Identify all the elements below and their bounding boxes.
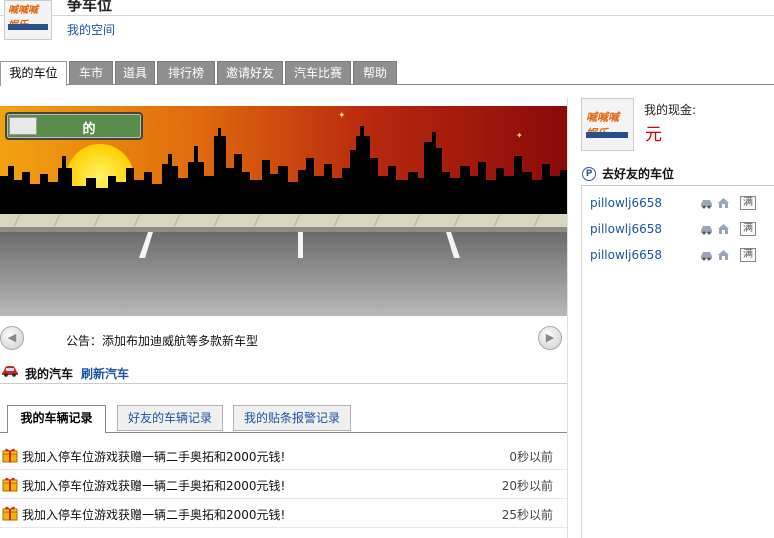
svg-text:✦: ✦ xyxy=(338,111,346,121)
cash-value: 元 xyxy=(645,125,662,145)
list-item: 我加入停车位游戏获赠一辆二手奥拓和2000元钱! 25秒以前 xyxy=(0,499,567,528)
announcement-text: 公告：添加布加迪威航等多款新车型 xyxy=(66,334,259,348)
car-small-icon[interactable] xyxy=(700,249,713,261)
announcement-bar: ◀ 公告：添加布加迪威航等多款新车型 ▶ xyxy=(0,326,567,354)
friend-row: pillowlj6658 满 xyxy=(590,246,774,266)
tab-friend-car-records[interactable]: 好友的车辆记录 xyxy=(117,405,223,431)
friend-row: pillowlj6658 满 xyxy=(590,220,774,240)
tab-my-car-records[interactable]: 我的车辆记录 xyxy=(7,405,106,433)
record-time: 20秒以前 xyxy=(501,479,553,493)
side-panel: 喊喊喊 娱乐 我的现金: 元 P 去好友的车位 pillowlj6658 满 p… xyxy=(581,98,774,538)
record-text: 我加入停车位游戏获赠一辆二手奥拓和2000元钱! xyxy=(22,479,286,493)
tab-ticket-alarm-records[interactable]: 我的贴条报警记录 xyxy=(233,405,351,431)
tab-ranking[interactable]: 排行榜 xyxy=(157,61,215,85)
refresh-car-link[interactable]: 刷新汽车 xyxy=(81,365,129,382)
full-badge: 满 xyxy=(740,248,756,262)
tab-props[interactable]: 道具 xyxy=(115,61,155,85)
friends-list: pillowlj6658 满 pillowlj6658 满 pillowlj66… xyxy=(581,186,774,538)
tab-invite-friends[interactable]: 邀请好友 xyxy=(217,61,283,85)
record-text: 我加入停车位游戏获赠一辆二手奥拓和2000元钱! xyxy=(22,450,286,464)
friends-header: P 去好友的车位 xyxy=(581,162,774,186)
friend-row: pillowlj6658 满 xyxy=(590,194,774,214)
tab-help[interactable]: 帮助 xyxy=(353,61,397,85)
tab-my-parking[interactable]: 我的车位 xyxy=(0,61,67,86)
record-time: 0秒以前 xyxy=(509,450,553,464)
sign-owner-text: 的 xyxy=(82,122,96,137)
gift-icon xyxy=(2,477,18,492)
friend-name-link[interactable]: pillowlj6658 xyxy=(590,222,662,236)
cash-label: 我的现金: xyxy=(644,103,697,117)
list-item: 我加入停车位游戏获赠一辆二手奥拓和2000元钱! 20秒以前 xyxy=(0,470,567,499)
my-space-link[interactable]: 我的空间 xyxy=(67,21,115,38)
parking-sign: 的 xyxy=(5,112,143,140)
gift-icon xyxy=(2,506,18,521)
tab-car-race[interactable]: 汽车比赛 xyxy=(285,61,351,85)
tab-car-market[interactable]: 车市 xyxy=(69,61,113,85)
gift-icon xyxy=(2,448,18,463)
car-small-icon[interactable] xyxy=(700,223,713,235)
main-tabs: 我的车位 车市 道具 排行榜 邀请好友 汽车比赛 帮助 xyxy=(0,61,774,86)
svg-text:✦: ✦ xyxy=(516,131,523,140)
column-divider xyxy=(567,98,568,538)
my-car-label: 我的汽车 xyxy=(25,367,74,381)
header-top-bar xyxy=(0,0,774,16)
sign-logo xyxy=(9,117,37,135)
avatar-bar-decor xyxy=(586,132,628,138)
arrow-right-icon[interactable]: ▶ xyxy=(538,326,562,350)
record-tabs: 我的车辆记录 好友的车辆记录 我的贴条报警记录 xyxy=(0,405,567,433)
header: 喊喊喊 娱乐 争车位 我的空间 xyxy=(0,0,774,60)
record-list: 我加入停车位游戏获赠一辆二手奥拓和2000元钱! 0秒以前 我加入停车位游戏获赠… xyxy=(0,441,567,528)
parking-p-icon: P xyxy=(582,167,596,181)
avatar: 喊喊喊 娱乐 xyxy=(581,98,634,151)
home-icon[interactable] xyxy=(717,249,730,261)
logo-bar-decor xyxy=(8,24,48,30)
app-logo: 喊喊喊 娱乐 xyxy=(4,0,52,40)
arrow-left-icon[interactable]: ◀ xyxy=(0,326,24,350)
car-small-icon[interactable] xyxy=(700,197,713,209)
full-badge: 满 xyxy=(740,196,756,210)
home-icon[interactable] xyxy=(717,197,730,209)
home-icon[interactable] xyxy=(717,223,730,235)
friend-name-link[interactable]: pillowlj6658 xyxy=(590,196,662,210)
parking-scene: ✦ ✦ 的 xyxy=(0,106,567,316)
record-text: 我加入停车位游戏获赠一辆二手奥拓和2000元钱! xyxy=(22,508,286,522)
record-time: 25秒以前 xyxy=(501,508,553,522)
page-title: 争车位 xyxy=(67,0,113,14)
my-car-section: 我的汽车 刷新汽车 xyxy=(0,364,567,384)
friends-title: 去好友的车位 xyxy=(602,167,675,181)
friend-name-link[interactable]: pillowlj6658 xyxy=(590,248,662,262)
list-item: 我加入停车位游戏获赠一辆二手奥拓和2000元钱! 0秒以前 xyxy=(0,441,567,470)
car-icon xyxy=(2,366,18,377)
full-badge: 满 xyxy=(740,222,756,236)
